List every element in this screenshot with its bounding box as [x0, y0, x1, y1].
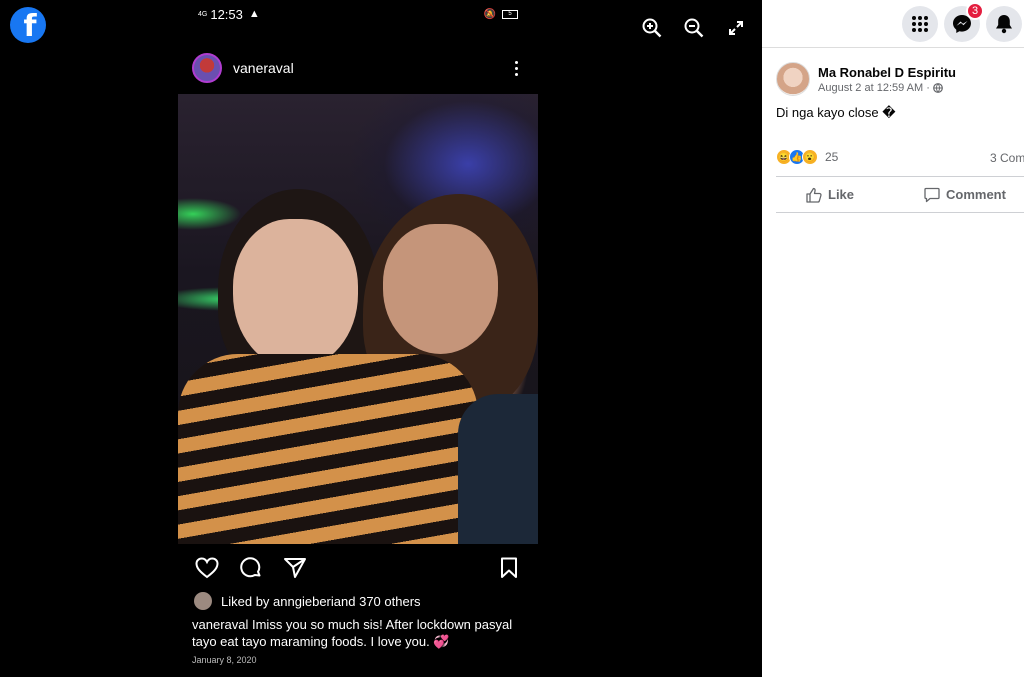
avatar: [192, 53, 222, 83]
status-time: 12:53: [210, 6, 243, 22]
instagram-screenshot: 4G 12:53 ▲ 🔕 5 vaneraval Liked by anngie…: [178, 0, 538, 677]
comment-icon: [238, 556, 264, 580]
warning-icon: ▲: [248, 8, 260, 20]
post-photo: [178, 94, 538, 544]
post-header: vaneraval: [192, 52, 524, 84]
bookmark-icon: [496, 556, 522, 580]
fullscreen-icon[interactable]: [724, 16, 748, 40]
mute-icon: 🔕: [483, 8, 496, 20]
battery-icon: 5: [502, 9, 518, 19]
avatar[interactable]: [776, 62, 810, 96]
reaction-count: 25: [825, 150, 839, 164]
signal-indicator: 4G: [198, 10, 208, 18]
facebook-logo[interactable]: f: [10, 7, 46, 43]
post-action-bar: Like Comment: [776, 177, 1024, 212]
comment-bubble-icon: [924, 187, 940, 202]
liked-by-others: 370 others: [359, 593, 421, 609]
share-icon: [282, 556, 308, 580]
notifications-button[interactable]: [986, 6, 1022, 42]
reactions-summary[interactable]: 😆 👍 😮 25: [776, 149, 838, 165]
messenger-button[interactable]: 3: [944, 2, 984, 42]
divider: [776, 212, 1024, 213]
more-options-icon: [515, 60, 518, 76]
wow-icon: 😮: [802, 149, 818, 165]
post-author: Ma Ronabel D Espiritu August 2 at 12:59 …: [776, 62, 956, 96]
post-side-panel: Ma Ronabel D Espiritu August 2 at 12:59 …: [762, 48, 1024, 677]
heart-icon: [194, 556, 220, 580]
post-username: vaneraval: [233, 60, 294, 76]
globe-icon: [933, 82, 943, 93]
post-actions: [194, 556, 522, 580]
thumbs-up-icon: [806, 187, 822, 203]
menu-grid-button[interactable]: [902, 6, 938, 42]
like-button[interactable]: Like: [806, 187, 854, 203]
post-timestamp[interactable]: August 2 at 12:59 AM ·: [818, 82, 956, 94]
author-name[interactable]: Ma Ronabel D Espiritu: [818, 65, 956, 80]
messenger-badge: 3: [966, 2, 984, 20]
comment-button[interactable]: Comment: [924, 187, 1006, 203]
viewer-toolbar: [640, 16, 748, 40]
photo-viewer: f 4G 12:53 ▲ 🔕 5 vaneraval Liked by anng…: [0, 0, 762, 677]
facebook-top-bar: 3: [762, 0, 1024, 48]
caption-username: vaneraval: [192, 617, 249, 632]
post-caption: vaneraval Imiss you so much sis! After l…: [192, 616, 522, 650]
zoom-out-icon[interactable]: [682, 16, 706, 40]
bell-icon: [996, 15, 1012, 34]
comments-count[interactable]: 3 Comments: [990, 151, 1024, 165]
post-text: Di nga kayo close �: [776, 105, 896, 120]
likes-summary: Liked by anngieberi and 370 others: [194, 592, 522, 610]
grid-icon: [912, 16, 928, 32]
phone-status-bar: 4G 12:53 ▲ 🔕 5: [198, 6, 518, 22]
avatar: [194, 592, 212, 610]
liked-by-user: anngieberi: [273, 593, 334, 609]
zoom-in-icon[interactable]: [640, 16, 664, 40]
post-date: January 8, 2020: [192, 655, 257, 665]
